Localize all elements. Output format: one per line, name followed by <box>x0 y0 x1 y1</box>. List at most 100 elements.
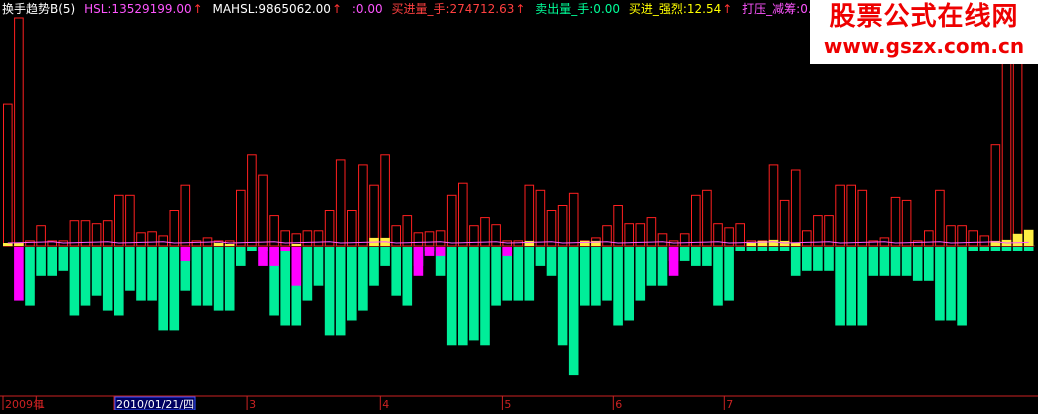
sell-bar <box>324 247 335 336</box>
suppress-bar <box>424 247 435 256</box>
buy-bar <box>435 230 446 247</box>
sell-bar <box>768 247 779 251</box>
buy-bar <box>313 230 324 247</box>
sell-bar <box>790 247 801 276</box>
legend-hsl: HSL:13529199.00 <box>84 2 192 16</box>
sell-bar <box>491 247 501 306</box>
legend-mahsl-arrow: ↑ <box>331 2 343 16</box>
sell-bar <box>901 247 912 276</box>
buy-bar <box>779 199 790 247</box>
suppress-bar <box>291 247 302 286</box>
strong-buy-bar <box>14 243 24 246</box>
buy-bar <box>802 230 812 247</box>
sell-bar <box>990 247 1001 251</box>
sell-bar <box>857 247 868 326</box>
buy-bar <box>513 240 524 247</box>
sell-bar <box>713 247 723 306</box>
strong-buy-bar <box>746 243 757 246</box>
watermark-url: www.gszx.com.cn <box>823 34 1025 58</box>
sell-bar <box>158 247 168 331</box>
strong-buy-bar <box>524 240 535 246</box>
sell-bar <box>957 247 967 326</box>
buy-bar <box>713 223 723 247</box>
buy-bar <box>990 144 1001 247</box>
sell-bar <box>480 247 490 346</box>
sell-bar <box>169 247 180 331</box>
buy-bar <box>369 184 379 247</box>
sell-bar <box>912 247 923 281</box>
sell-bar <box>835 247 845 326</box>
buy-bar <box>691 194 701 247</box>
sell-bar <box>114 247 124 316</box>
buy-bar <box>458 182 468 247</box>
buy-bar <box>158 235 168 247</box>
buy-bar <box>602 225 612 247</box>
suppress-bar <box>668 247 679 276</box>
legend-blank: :0.00 <box>351 2 383 16</box>
sell-bar <box>391 247 401 296</box>
sell-bar <box>868 247 879 276</box>
legend-buy-arrow: ↑ <box>515 2 526 16</box>
buy-bar <box>901 199 912 247</box>
sell-bar <box>1012 247 1023 251</box>
buy-bar <box>180 184 191 247</box>
sell-bar <box>935 247 945 321</box>
buy-bar <box>968 230 979 247</box>
sell-bar <box>602 247 612 301</box>
strong-buy-bar <box>1012 233 1023 246</box>
buy-bar <box>912 240 923 247</box>
sell-bar <box>568 247 579 376</box>
buy-bar <box>768 164 779 247</box>
sell-bar <box>735 247 745 251</box>
watermark-title: 股票公式在线网 <box>829 2 1019 32</box>
sell-bar <box>280 247 290 326</box>
buy-bar <box>424 231 435 247</box>
buy-bar <box>491 224 501 247</box>
buy-bar <box>557 205 568 247</box>
sell-bar <box>191 247 202 306</box>
x-tick-label: 3 <box>249 398 256 410</box>
x-tick-label: 7 <box>726 398 733 410</box>
suppress-bar <box>435 247 446 256</box>
sell-bar <box>1023 247 1034 251</box>
buy-bar <box>247 154 257 247</box>
buy-bar <box>335 159 346 247</box>
sell-bar <box>702 247 712 266</box>
buy-bar <box>136 232 146 247</box>
sell-bar <box>591 247 601 306</box>
buy-bar <box>3 103 13 247</box>
buy-bar <box>446 194 457 247</box>
buy-bar <box>169 210 180 247</box>
sell-bar <box>757 247 768 251</box>
sell-bar <box>302 247 313 301</box>
buy-bar <box>125 194 135 247</box>
sell-bar <box>224 247 235 311</box>
sell-bar <box>236 247 246 266</box>
sell-bar <box>69 247 80 316</box>
buy-bar <box>347 210 357 247</box>
sell-bar <box>458 247 468 346</box>
buy-bar <box>413 232 424 247</box>
buy-bar <box>835 184 845 247</box>
x-tick-label: 1 <box>38 398 45 410</box>
buy-bar <box>25 240 35 247</box>
sell-bar <box>469 247 479 341</box>
sell-bar <box>524 247 535 301</box>
sell-bar <box>779 247 790 251</box>
sell-bar <box>679 247 690 261</box>
x-tick-label: 4 <box>382 398 389 410</box>
strong-buy-bar <box>580 240 590 246</box>
legend: 换手趋势B(5) HSL:13529199.00↑ MAHSL:9865062.… <box>2 1 832 17</box>
legend-strong-buy-arrow: ↑ <box>722 2 733 16</box>
buy-bar <box>846 184 857 247</box>
buy-bar <box>358 164 368 247</box>
buy-bar <box>324 210 335 247</box>
legend-buy: 买进量_手:274712.63 <box>391 2 515 16</box>
sell-bar <box>824 247 834 271</box>
buy-bar <box>979 235 990 247</box>
x-tick-label: 6 <box>615 398 622 410</box>
suppress-bar <box>258 247 268 266</box>
strong-buy-bar <box>1023 229 1034 246</box>
buy-bar <box>114 194 124 247</box>
legend-sell: 卖出量_手:0.00 <box>535 2 621 16</box>
